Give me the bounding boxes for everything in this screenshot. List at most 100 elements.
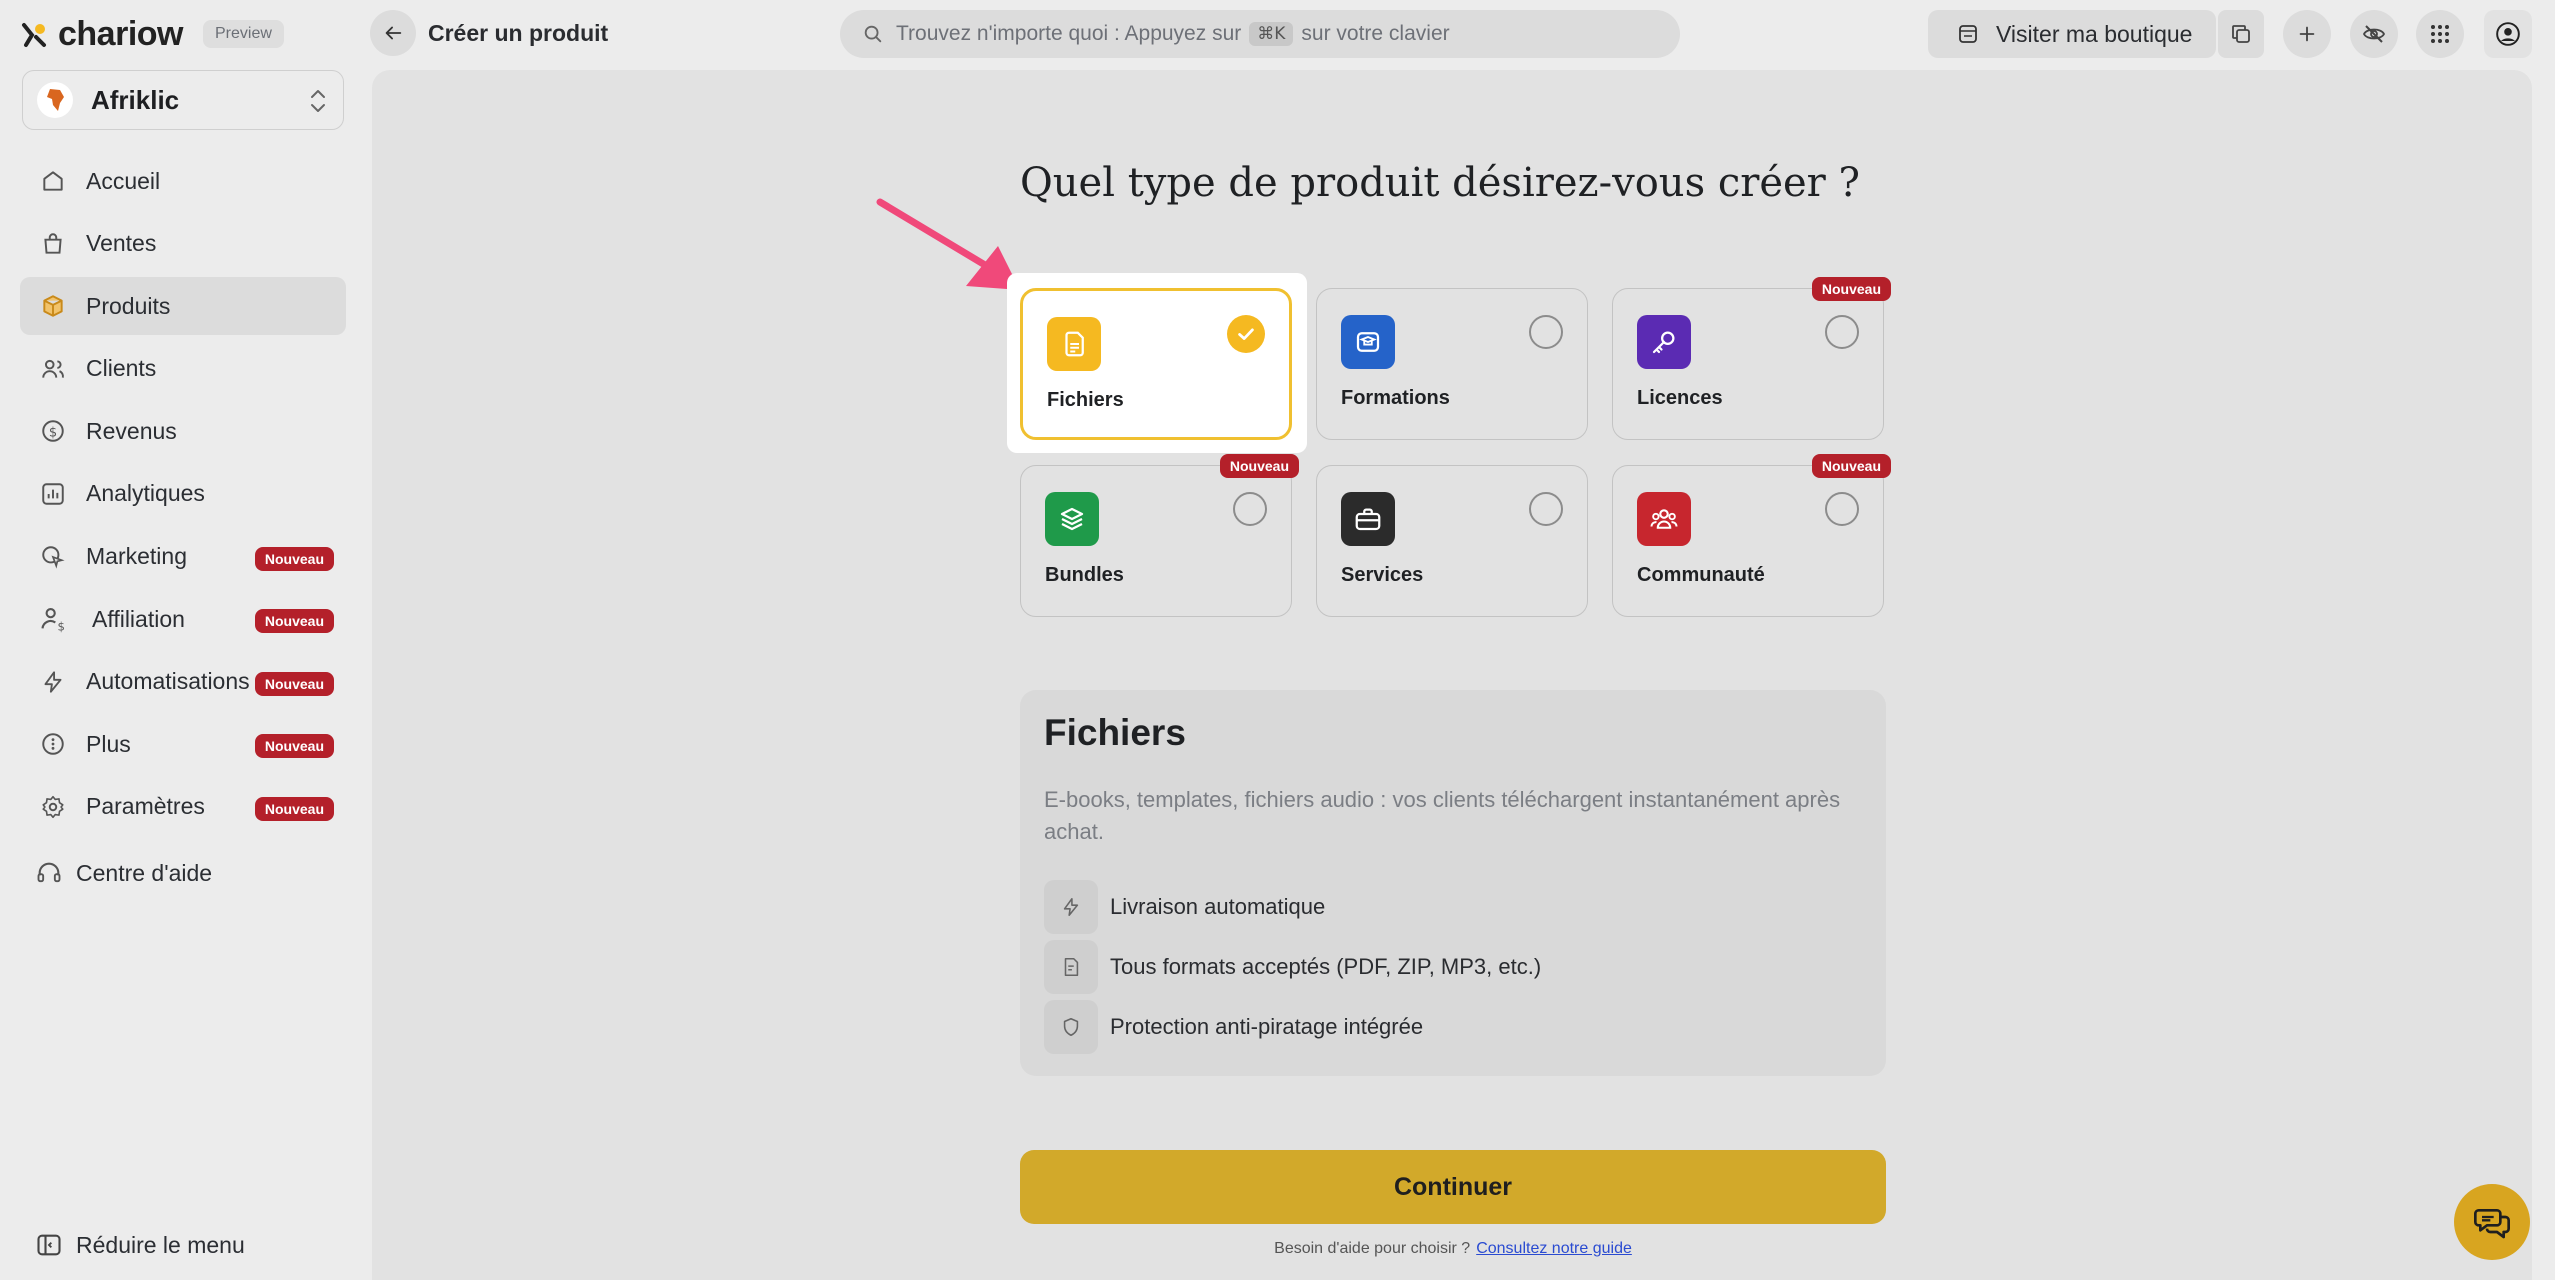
store-switcher[interactable]: Afriklic <box>22 70 344 130</box>
type-card-licences[interactable]: Licences Nouveau <box>1612 277 1891 440</box>
page-heading: Quel type de produit désirez-vous créer … <box>1020 160 1860 206</box>
brand-name: chariow <box>58 14 183 53</box>
create-button[interactable] <box>2283 10 2331 58</box>
search-icon <box>864 25 882 43</box>
continue-button[interactable]: Continuer <box>1020 1150 1886 1224</box>
help-center-link[interactable]: Centre d'aide <box>34 858 212 888</box>
feature-label: Livraison automatique <box>1110 894 1326 919</box>
sidebar-item-revenus[interactable]: $ Revenus <box>20 402 346 460</box>
type-card-bundles[interactable]: Bundles Nouveau <box>1020 454 1299 617</box>
sidebar-item-accueil[interactable]: Accueil <box>20 152 346 210</box>
sidebar-item-clients[interactable]: Clients <box>20 340 346 398</box>
plus-icon <box>2299 26 2315 42</box>
global-search-input[interactable]: Trouvez n'importe quoi : Appuyez sur ⌘K … <box>840 10 1680 58</box>
type-card-label: Communauté <box>1637 564 1765 586</box>
back-button[interactable] <box>370 10 416 56</box>
visit-store-label: Visiter ma boutique <box>1996 20 2193 47</box>
sidebar-item-affiliation[interactable]: $ Affiliation Nouveau <box>20 590 346 648</box>
bolt-icon <box>38 667 68 697</box>
radio-unchecked[interactable] <box>1825 492 1859 526</box>
arrow-annotation-icon <box>876 198 1020 290</box>
grid-icon <box>2431 25 2449 43</box>
sidebar-item-label: Paramètres <box>86 793 205 820</box>
graduation-icon <box>1341 315 1395 369</box>
radio-unchecked[interactable] <box>1529 315 1563 349</box>
chart-icon <box>38 479 68 509</box>
type-card-communaute[interactable]: Communauté Nouveau <box>1612 454 1891 617</box>
shopping-bag-icon <box>38 229 68 259</box>
key-icon <box>1637 315 1691 369</box>
page-title: Créer un produit <box>428 20 609 46</box>
box-icon <box>38 291 68 321</box>
brand-logo[interactable]: chariow Preview <box>20 12 284 56</box>
feature-item: Protection anti-piratage intégrée <box>1044 1000 1423 1054</box>
sidebar-item-analytiques[interactable]: Analytiques <box>20 465 346 523</box>
africa-logo-icon <box>47 89 64 111</box>
sidebar-item-automatisations[interactable]: Automatisations Nouveau <box>20 653 346 711</box>
guide-link[interactable]: Consultez notre guide <box>1476 1240 1632 1257</box>
sidebar-item-label: Revenus <box>86 417 177 444</box>
sidebar-item-label: Clients <box>86 355 157 382</box>
sidebar-item-parametres[interactable]: Paramètres Nouveau <box>20 778 346 836</box>
svg-text:$: $ <box>49 426 57 441</box>
feature-item: Tous formats acceptés (PDF, ZIP, MP3, et… <box>1044 940 1541 994</box>
type-card-label: Fichiers <box>1047 389 1124 411</box>
chat-support-button[interactable] <box>2454 1184 2530 1260</box>
sidebar-item-produits[interactable]: Produits <box>20 277 346 336</box>
type-card-formations[interactable]: Formations <box>1316 288 1588 440</box>
chat-icon <box>2474 1209 2510 1239</box>
svg-text:$: $ <box>57 620 64 633</box>
shield-icon <box>1044 1000 1098 1054</box>
sidebar-item-label: Automatisations <box>86 668 250 695</box>
feature-label: Tous formats acceptés (PDF, ZIP, MP3, et… <box>1110 954 1542 979</box>
sidebar-item-label: Produits <box>86 292 171 319</box>
copy-link-button[interactable] <box>2218 10 2264 58</box>
sidebar-item-label: Affiliation <box>92 605 185 632</box>
apps-button[interactable] <box>2416 10 2464 58</box>
preview-badge: Preview <box>202 20 284 48</box>
new-badge: Nouveau <box>1811 277 1891 301</box>
briefcase-icon <box>1341 492 1395 546</box>
visit-store-button[interactable]: Visiter ma boutique <box>1928 10 2216 58</box>
cursor-icon <box>38 542 68 572</box>
new-badge: Nouveau <box>1219 454 1299 478</box>
collapse-menu-button[interactable]: Réduire le menu <box>34 1230 245 1260</box>
new-badge: Nouveau <box>254 671 334 696</box>
help-center-label: Centre d'aide <box>76 859 213 886</box>
main-panel <box>372 70 2532 1280</box>
more-circle-icon <box>38 729 68 759</box>
account-button[interactable] <box>2484 10 2532 58</box>
info-description: E-books, templates, fichiers audio : vos… <box>1044 787 1841 844</box>
type-card-label: Services <box>1341 564 1424 586</box>
toggle-visibility-button[interactable] <box>2350 10 2398 58</box>
sidebar-item-label: Analytiques <box>86 480 205 507</box>
type-card-label: Formations <box>1341 387 1450 409</box>
home-icon <box>38 166 68 196</box>
type-card-label: Licences <box>1637 387 1723 409</box>
sidebar-collapse-icon <box>34 1230 64 1260</box>
new-badge: Nouveau <box>254 546 334 571</box>
sidebar-item-label: Marketing <box>86 543 187 570</box>
radio-unchecked[interactable] <box>1529 492 1563 526</box>
sidebar-item-marketing[interactable]: Marketing Nouveau <box>20 528 346 586</box>
radio-unchecked[interactable] <box>1233 492 1267 526</box>
affiliate-user-icon: $ <box>38 604 68 634</box>
layers-icon <box>1045 492 1099 546</box>
chariow-logo-icon <box>22 23 46 47</box>
search-shortcut-key: ⌘K <box>1249 22 1294 46</box>
sidebar-item-ventes[interactable]: Ventes <box>20 215 346 273</box>
search-placeholder-suffix: sur votre clavier <box>1301 22 1450 45</box>
sidebar-item-label: Ventes <box>86 230 157 257</box>
radio-unchecked[interactable] <box>1825 315 1859 349</box>
type-card-services[interactable]: Services <box>1316 465 1588 617</box>
help-text: Besoin d'aide pour choisir ? <box>1274 1240 1471 1257</box>
document-icon <box>1044 940 1098 994</box>
search-placeholder-prefix: Trouvez n'importe quoi : Appuyez sur <box>896 22 1242 45</box>
users-icon <box>38 354 68 384</box>
sidebar-item-plus[interactable]: Plus Nouveau <box>20 715 346 773</box>
sidebar-nav: Accueil Ventes Produits Clients $ Revenu… <box>20 152 346 841</box>
type-card-fichiers[interactable]: Fichiers <box>1020 288 1292 440</box>
sidebar-item-label: Plus <box>86 730 131 757</box>
product-type-info-card: Fichiers E-books, templates, fichiers au… <box>1020 690 1886 1076</box>
store-avatar <box>37 82 73 118</box>
